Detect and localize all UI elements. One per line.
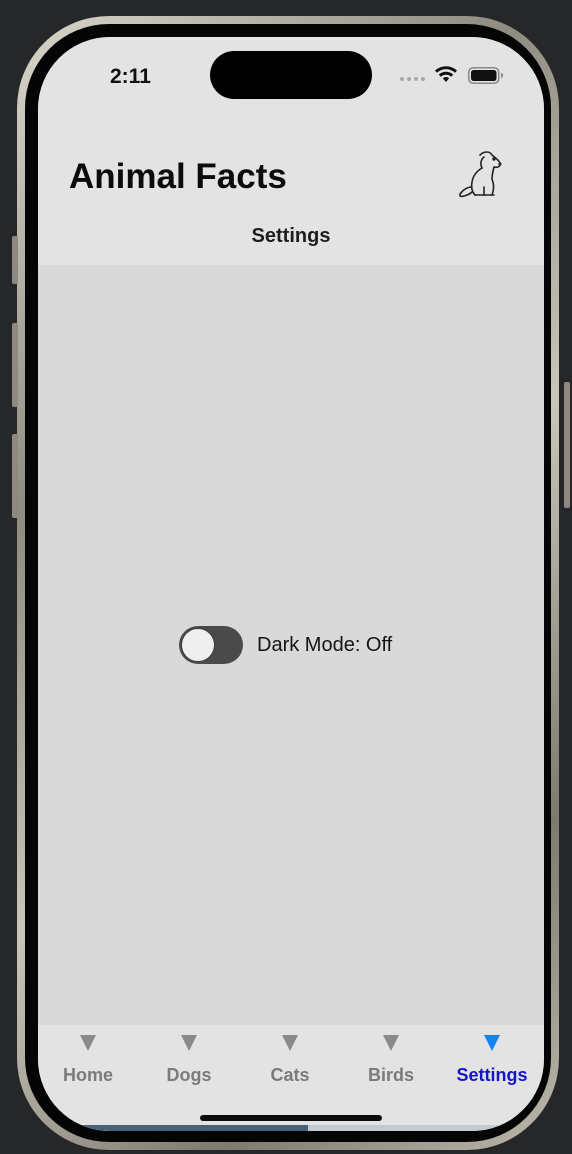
power-button <box>564 382 570 508</box>
triangle-down-icon <box>80 1035 96 1051</box>
tab-birds[interactable]: Birds <box>341 1035 441 1086</box>
dark-mode-label: Dark Mode: Off <box>257 633 393 656</box>
tab-home[interactable]: Home <box>38 1035 138 1086</box>
battery-icon <box>468 67 503 84</box>
tab-label: Birds <box>367 1065 414 1085</box>
status-time: 2:11 <box>110 65 151 88</box>
triangle-down-icon <box>181 1035 197 1051</box>
toggle-knob <box>181 628 215 662</box>
tab-label: Settings <box>456 1065 528 1085</box>
dog-icon[interactable] <box>456 149 504 201</box>
scroll-indicator-fill <box>68 1125 308 1131</box>
tab-cats[interactable]: Cats <box>240 1035 340 1086</box>
app-title: Animal Facts <box>69 157 287 196</box>
volume-up-button <box>12 323 18 407</box>
page-subtitle: Settings <box>251 225 331 247</box>
tab-label: Dogs <box>166 1065 212 1085</box>
app-header: Animal Facts Settings <box>38 127 544 266</box>
volume-down-button <box>12 434 18 518</box>
dark-mode-toggle[interactable] <box>179 626 243 664</box>
tab-settings[interactable]: Settings <box>442 1035 542 1086</box>
tab-dogs[interactable]: Dogs <box>139 1035 239 1086</box>
triangle-down-icon <box>484 1035 500 1051</box>
tab-label: Home <box>62 1065 113 1085</box>
tab-label: Cats <box>270 1065 310 1085</box>
dynamic-island <box>210 51 372 99</box>
signal-dots-icon <box>400 77 425 81</box>
action-button <box>12 236 18 284</box>
scroll-indicator <box>68 1125 514 1131</box>
screen: 2:11 Animal Facts Settings Dark Mode: Of… <box>38 37 544 1131</box>
home-indicator[interactable] <box>200 1115 382 1121</box>
settings-content: Dark Mode: Off <box>38 265 544 1025</box>
status-bar: 2:11 <box>38 37 544 127</box>
triangle-down-icon <box>383 1035 399 1051</box>
wifi-icon <box>435 66 457 82</box>
triangle-down-icon <box>282 1035 298 1051</box>
dark-mode-row: Dark Mode: Off <box>179 626 392 664</box>
